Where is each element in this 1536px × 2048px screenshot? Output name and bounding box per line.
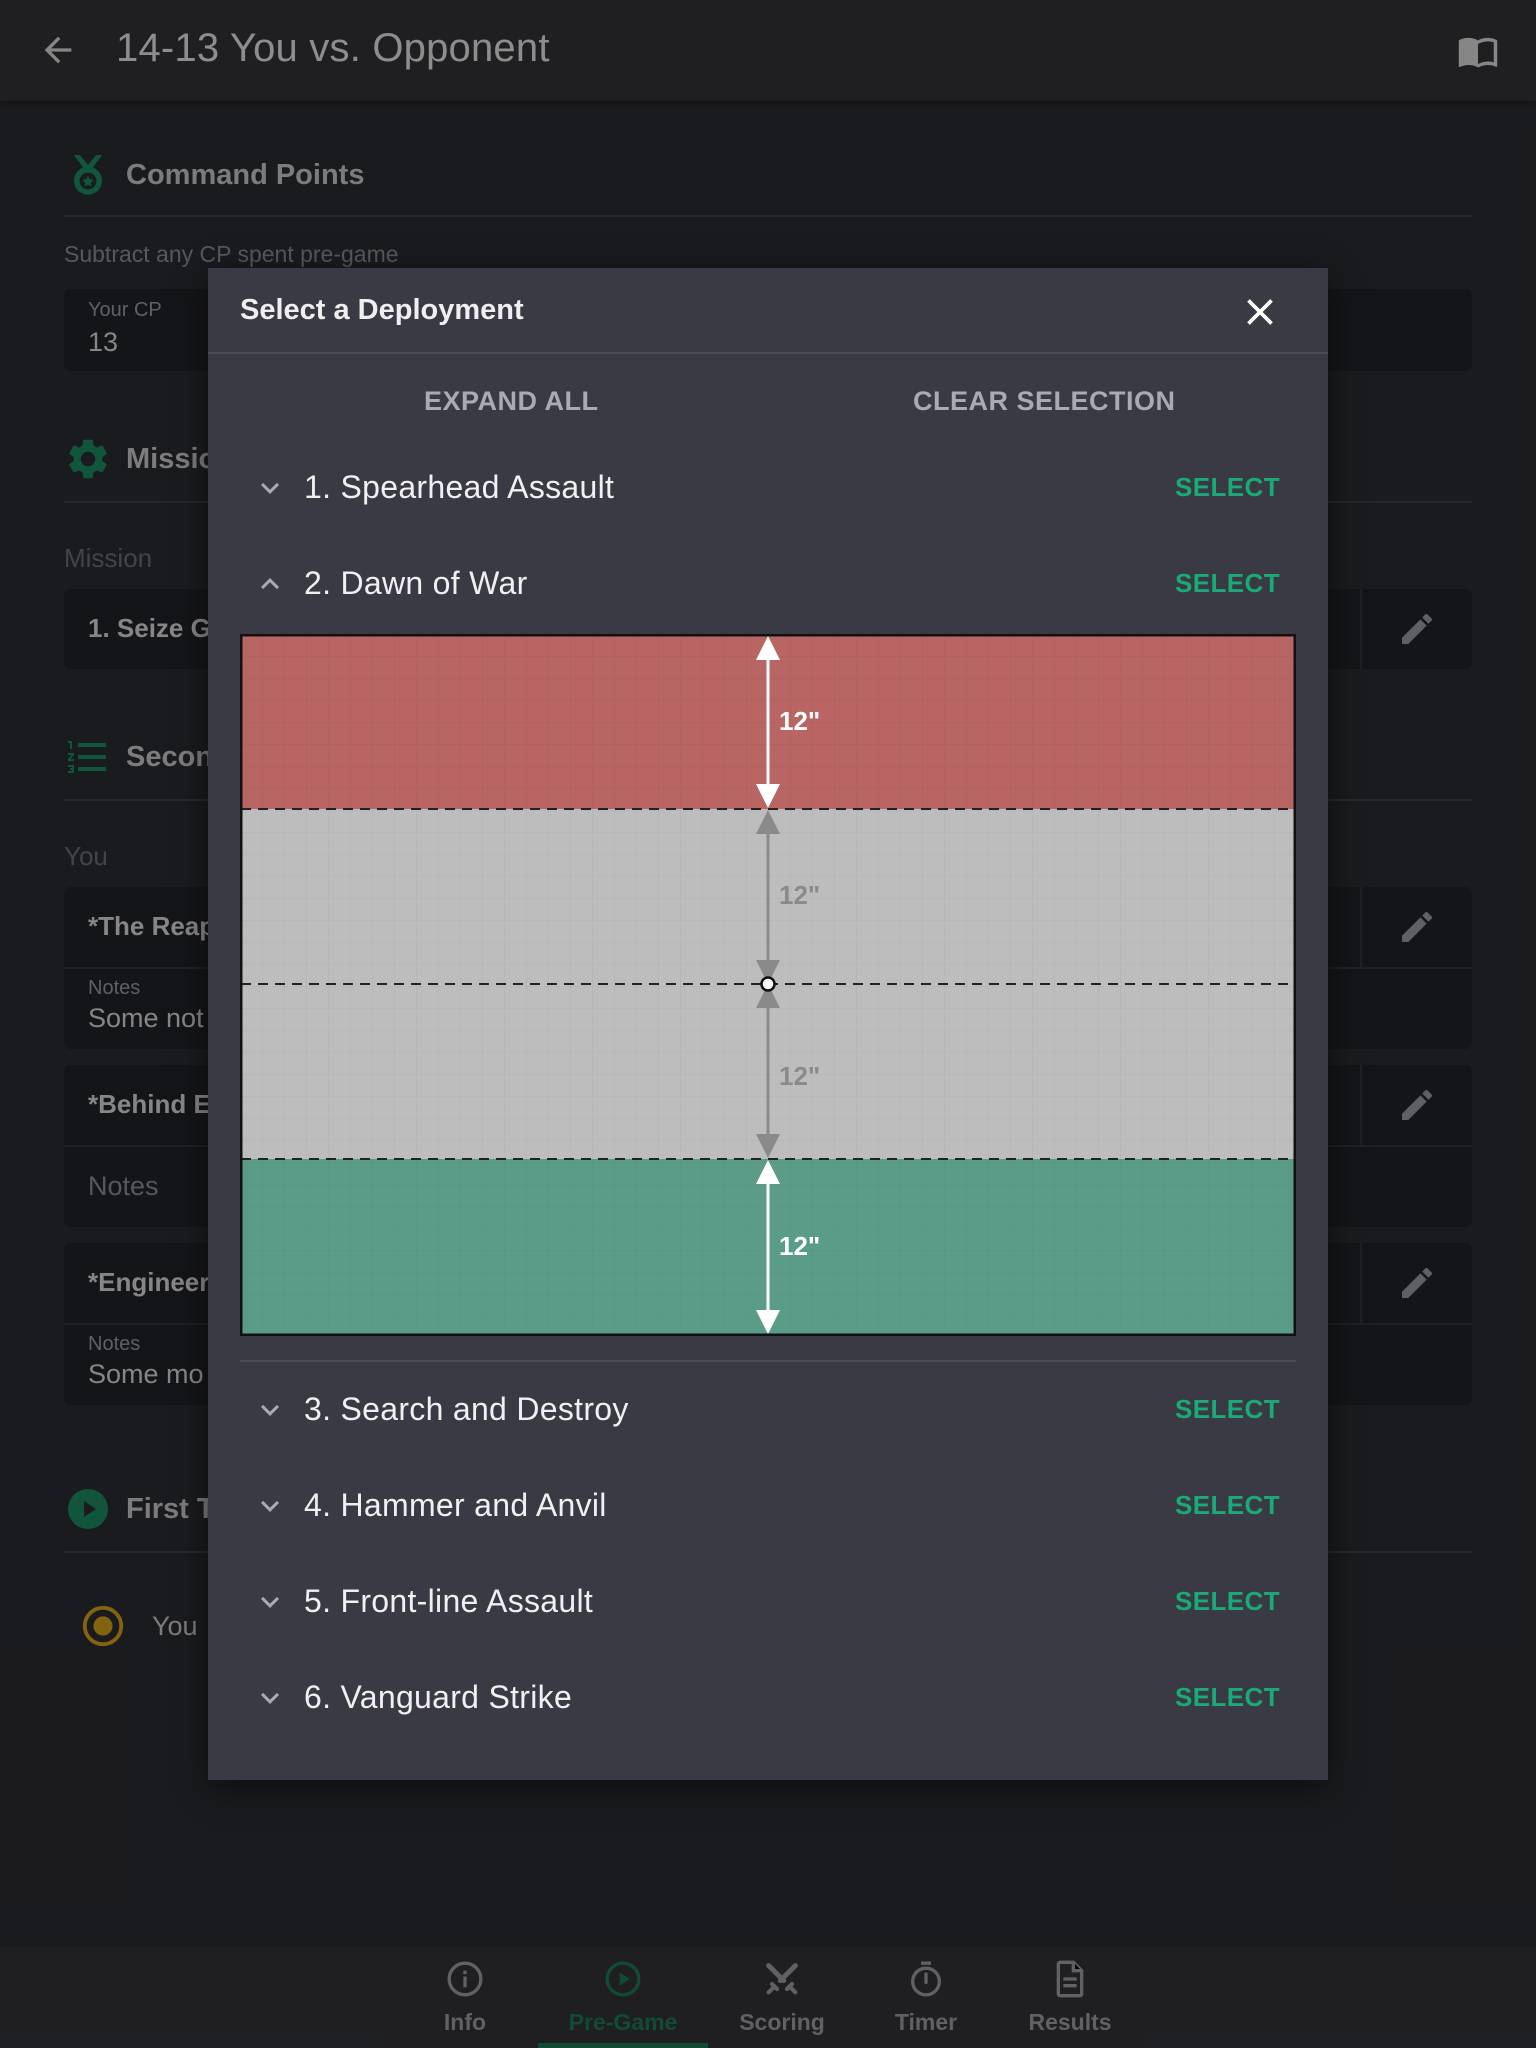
divider	[208, 352, 1328, 354]
close-icon[interactable]	[1238, 290, 1282, 334]
deployment-map: 12" 12" 12" 12"	[239, 633, 1297, 1337]
deployment-row[interactable]: 3. Search and Destroy SELECT	[232, 1362, 1304, 1458]
deployment-row[interactable]: 5. Front-line Assault SELECT	[232, 1554, 1304, 1650]
select-button[interactable]: SELECT	[1175, 472, 1280, 503]
select-button[interactable]: SELECT	[1175, 1394, 1280, 1425]
chevron-up-icon[interactable]	[252, 566, 288, 602]
deployment-label: 2. Dawn of War	[304, 565, 528, 601]
select-button[interactable]: SELECT	[1175, 1586, 1280, 1617]
select-button[interactable]: SELECT	[1175, 568, 1280, 599]
deployment-label: 6. Vanguard Strike	[304, 1679, 573, 1715]
chevron-down-icon[interactable]	[252, 1488, 288, 1524]
chevron-down-icon[interactable]	[252, 1680, 288, 1716]
chevron-down-icon[interactable]	[252, 470, 288, 506]
deployment-row[interactable]: 4. Hammer and Anvil SELECT	[232, 1458, 1304, 1554]
measurement-label: 12"	[779, 1231, 820, 1261]
center-objective-marker	[760, 976, 776, 992]
clear-selection-button[interactable]: CLEAR SELECTION	[913, 386, 1176, 417]
deployment-label: 5. Front-line Assault	[304, 1583, 594, 1619]
deployment-map-graphic: 12" 12" 12" 12"	[239, 633, 1297, 1337]
deployment-label: 1. Spearhead Assault	[304, 469, 615, 505]
select-button[interactable]: SELECT	[1175, 1682, 1280, 1713]
deployment-label: 3. Search and Destroy	[304, 1391, 629, 1427]
measurement-label: 12"	[779, 880, 820, 910]
measurement-label: 12"	[779, 1061, 820, 1091]
deployment-row[interactable]: 6. Vanguard Strike SELECT	[232, 1650, 1304, 1746]
deployment-label: 4. Hammer and Anvil	[304, 1487, 607, 1523]
chevron-down-icon[interactable]	[252, 1584, 288, 1620]
measurement-label: 12"	[779, 706, 820, 736]
select-button[interactable]: SELECT	[1175, 1490, 1280, 1521]
deployment-dialog: Select a Deployment EXPAND ALL CLEAR SEL…	[208, 268, 1328, 1780]
deployment-row[interactable]: 2. Dawn of War SELECT	[232, 536, 1304, 632]
deployment-row[interactable]: 1. Spearhead Assault SELECT	[232, 440, 1304, 536]
dialog-title: Select a Deployment	[240, 294, 524, 326]
chevron-down-icon[interactable]	[252, 1392, 288, 1428]
expand-all-button[interactable]: EXPAND ALL	[424, 386, 599, 417]
